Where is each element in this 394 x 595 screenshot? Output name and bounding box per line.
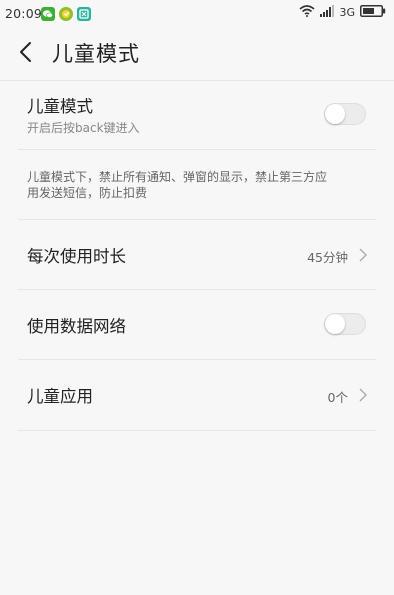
status-bar: 20:09 3G: [0, 0, 394, 28]
app-icon-teal: [77, 7, 91, 21]
usage-time-value: 45分钟: [307, 250, 348, 265]
usage-time-title: 每次使用时长: [27, 247, 126, 266]
chevron-right-icon: [358, 387, 368, 402]
kid-apps-title: 儿童应用: [27, 387, 93, 406]
kid-mode-toggle[interactable]: [324, 103, 366, 125]
status-indicators: 3G: [299, 5, 386, 20]
kid-mode-subtitle: 开启后按back键进入: [27, 121, 140, 135]
app-icon-yellow: [59, 7, 73, 21]
kid-mode-row[interactable]: 儿童模式 开启后按back键进入: [18, 80, 376, 150]
page-title: 儿童模式: [52, 42, 140, 66]
battery-icon: [360, 5, 386, 20]
mobile-data-row[interactable]: 使用数据网络: [18, 290, 376, 360]
wifi-icon: [299, 5, 315, 20]
description-divider: [18, 150, 376, 220]
status-time: 20:09: [5, 6, 43, 21]
chevron-right-icon: [358, 247, 368, 262]
network-type: 3G: [339, 6, 355, 19]
back-arrow-icon: [19, 41, 33, 67]
screen: 20:09 3G 儿童模式 儿童模式 开启后按back键进入 儿童模式下，禁止所…: [0, 0, 394, 595]
usage-time-row[interactable]: 每次使用时长 45分钟: [18, 220, 376, 290]
wechat-icon: [41, 7, 55, 21]
back-button[interactable]: [14, 40, 38, 68]
kid-mode-title: 儿童模式: [27, 97, 93, 116]
toggle-knob: [325, 104, 345, 124]
kid-apps-row[interactable]: 儿童应用 0个: [18, 360, 376, 431]
mobile-data-toggle[interactable]: [324, 313, 366, 335]
kid-apps-value: 0个: [327, 390, 348, 405]
header: 儿童模式: [0, 28, 394, 81]
toggle-knob: [325, 314, 345, 334]
signal-icon: [320, 5, 335, 20]
mobile-data-title: 使用数据网络: [27, 317, 126, 336]
